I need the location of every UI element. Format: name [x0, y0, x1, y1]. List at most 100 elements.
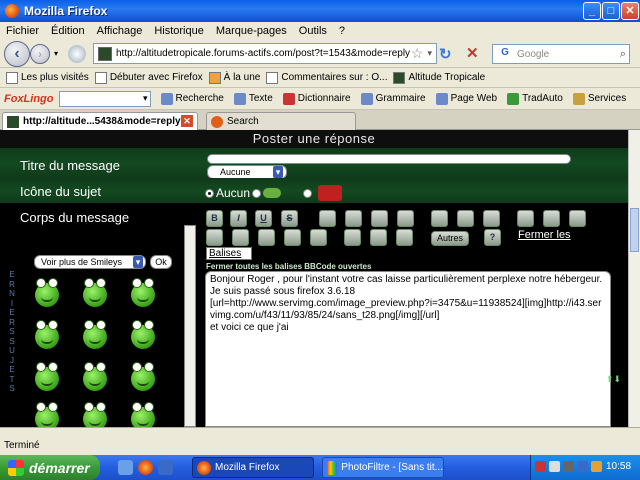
smileys-scrollbar[interactable] — [184, 225, 196, 427]
font-color-icon[interactable] — [370, 229, 387, 246]
icon-radio-new[interactable] — [303, 188, 313, 198]
smiley-icon[interactable] — [80, 277, 110, 309]
close-all-tags-link[interactable]: Fermer toutes les balises BBCode ouverte… — [206, 262, 371, 271]
italic-button[interactable]: I — [230, 210, 247, 227]
google-engine-icon[interactable]: G — [495, 47, 515, 61]
menu-affichage[interactable]: Affichage — [91, 25, 149, 37]
smiley-icon[interactable] — [32, 277, 62, 309]
smileys-ok-button[interactable]: Ok — [150, 255, 172, 269]
bookmark-comments[interactable]: Commentaires sur : O... — [266, 71, 387, 84]
align-center-icon[interactable] — [345, 210, 362, 227]
forward-button[interactable]: › — [30, 44, 50, 64]
tray-icon-update[interactable] — [591, 461, 602, 472]
bookmark-getting-started[interactable]: Débuter avec Firefox — [94, 71, 203, 84]
align-left-icon[interactable] — [319, 210, 336, 227]
smiley-icon[interactable] — [32, 319, 62, 351]
tray-icon-shield[interactable] — [535, 461, 546, 472]
task-photofiltre[interactable]: PhotoFiltre - [Sans tit... — [322, 457, 444, 478]
menu-edition[interactable]: Édition — [45, 25, 91, 37]
menu-help[interactable]: ? — [333, 25, 351, 37]
close-button[interactable]: ✕ — [621, 2, 639, 20]
smiley-icon[interactable] — [128, 401, 158, 427]
close-tab-icon[interactable]: ✕ — [181, 115, 193, 127]
align-right-icon[interactable] — [371, 210, 388, 227]
icon-radio-2[interactable] — [252, 188, 262, 198]
justify-icon[interactable] — [397, 210, 414, 227]
image-icon[interactable] — [517, 210, 534, 227]
foxlingo-input[interactable] — [58, 90, 151, 107]
smiley-icon[interactable] — [80, 361, 110, 393]
maximize-button[interactable]: □ — [602, 2, 620, 20]
help-button[interactable]: ? — [484, 229, 501, 246]
flash-icon[interactable] — [569, 210, 586, 227]
tray-icon-mail[interactable] — [563, 461, 574, 472]
hr-icon[interactable] — [483, 210, 500, 227]
start-button[interactable]: démarrer — [0, 455, 100, 480]
bookmark-most-visited[interactable]: Les plus visités — [6, 71, 89, 84]
tab-reply[interactable]: http://altitude...5438&mode=reply ✕ — [2, 112, 198, 130]
foxlingo-grammaire[interactable]: Grammaire — [360, 92, 426, 105]
balises-link[interactable]: Balises — [206, 247, 252, 260]
home-icon[interactable] — [68, 45, 86, 63]
tray-icon-speaker[interactable] — [577, 461, 588, 472]
bookmark-altitude-tropicale[interactable]: Altitude Tropicale — [393, 71, 485, 84]
smileys-select[interactable]: Voir plus de Smileys — [34, 255, 146, 269]
font-size-icon[interactable] — [396, 229, 413, 246]
url-bar[interactable]: http://altitudetropicale.forums-actifs.c… — [93, 43, 437, 64]
foxlingo-services[interactable]: Services — [572, 92, 626, 105]
foxlingo-dictionnaire[interactable]: Dictionnaire — [282, 92, 351, 105]
icon-radio-none[interactable] — [205, 188, 214, 198]
message-textarea[interactable]: Bonjour Roger , pour l'instant votre cas… — [205, 271, 611, 427]
menu-historique[interactable]: Historique — [148, 25, 210, 37]
smiley-icon[interactable] — [32, 401, 62, 427]
search-field[interactable]: G Google ⌕ — [492, 44, 630, 64]
tray-icon-network[interactable] — [549, 461, 560, 472]
subject-input[interactable] — [207, 154, 571, 164]
resize-arrows-icon[interactable]: ⬆⬇ — [606, 374, 621, 385]
smiley-icon[interactable] — [128, 361, 158, 393]
task-firefox[interactable]: Mozilla Firefox — [192, 457, 314, 478]
email-icon[interactable] — [232, 229, 249, 246]
bold-button[interactable]: B — [206, 210, 223, 227]
scrollbar-thumb[interactable] — [630, 208, 639, 252]
url-dropdown-icon[interactable]: ▾ — [427, 48, 432, 59]
smiley-icon[interactable] — [80, 319, 110, 351]
search-icon[interactable]: ⌕ — [620, 48, 626, 61]
foxlingo-texte[interactable]: Texte — [233, 92, 273, 105]
reload-icon[interactable]: ↻ — [439, 45, 452, 63]
video-icon[interactable] — [543, 210, 560, 227]
history-dropdown-icon[interactable]: ▾ — [54, 49, 58, 58]
firefox-quicklaunch-icon[interactable] — [138, 460, 153, 475]
link-icon[interactable] — [206, 229, 223, 246]
foxlingo-tradauto[interactable]: TradAuto — [507, 92, 563, 105]
smiley-icon[interactable] — [128, 277, 158, 309]
stop-icon[interactable]: ✕ — [466, 44, 479, 62]
smiley-icon[interactable] — [128, 319, 158, 351]
smiley-icon[interactable] — [32, 361, 62, 393]
page-scrollbar[interactable] — [628, 130, 640, 427]
table-icon[interactable] — [310, 229, 327, 246]
menu-outils[interactable]: Outils — [293, 25, 333, 37]
quote-icon[interactable] — [258, 229, 275, 246]
ie-quicklaunch-icon[interactable] — [158, 460, 173, 475]
foxlingo-recherche[interactable]: Recherche — [160, 92, 224, 105]
tab-search[interactable]: Search — [206, 112, 356, 130]
foxlingo-logo[interactable]: FoxLingo — [4, 93, 54, 105]
back-button[interactable]: ‹ — [4, 41, 30, 67]
minimize-button[interactable]: _ — [583, 2, 601, 20]
list-icon[interactable] — [431, 210, 448, 227]
underline-button[interactable]: U — [255, 210, 272, 227]
code-icon[interactable] — [284, 229, 301, 246]
title-icon-select[interactable]: Aucune — [207, 165, 287, 179]
menu-marque-pages[interactable]: Marque-pages — [210, 25, 293, 37]
foxlingo-page-web[interactable]: Page Web — [435, 92, 497, 105]
strike-button[interactable]: S — [281, 210, 298, 227]
hide-icon[interactable] — [344, 229, 361, 246]
autres-button[interactable]: Autres — [431, 231, 469, 246]
numbered-list-icon[interactable] — [457, 210, 474, 227]
smiley-icon[interactable] — [80, 401, 110, 427]
close-tags-link[interactable]: Fermer les — [518, 229, 571, 241]
bookmark-news[interactable]: À la une — [208, 71, 260, 84]
menu-fichier[interactable]: Fichier — [0, 25, 45, 37]
show-desktop-icon[interactable] — [118, 460, 133, 475]
